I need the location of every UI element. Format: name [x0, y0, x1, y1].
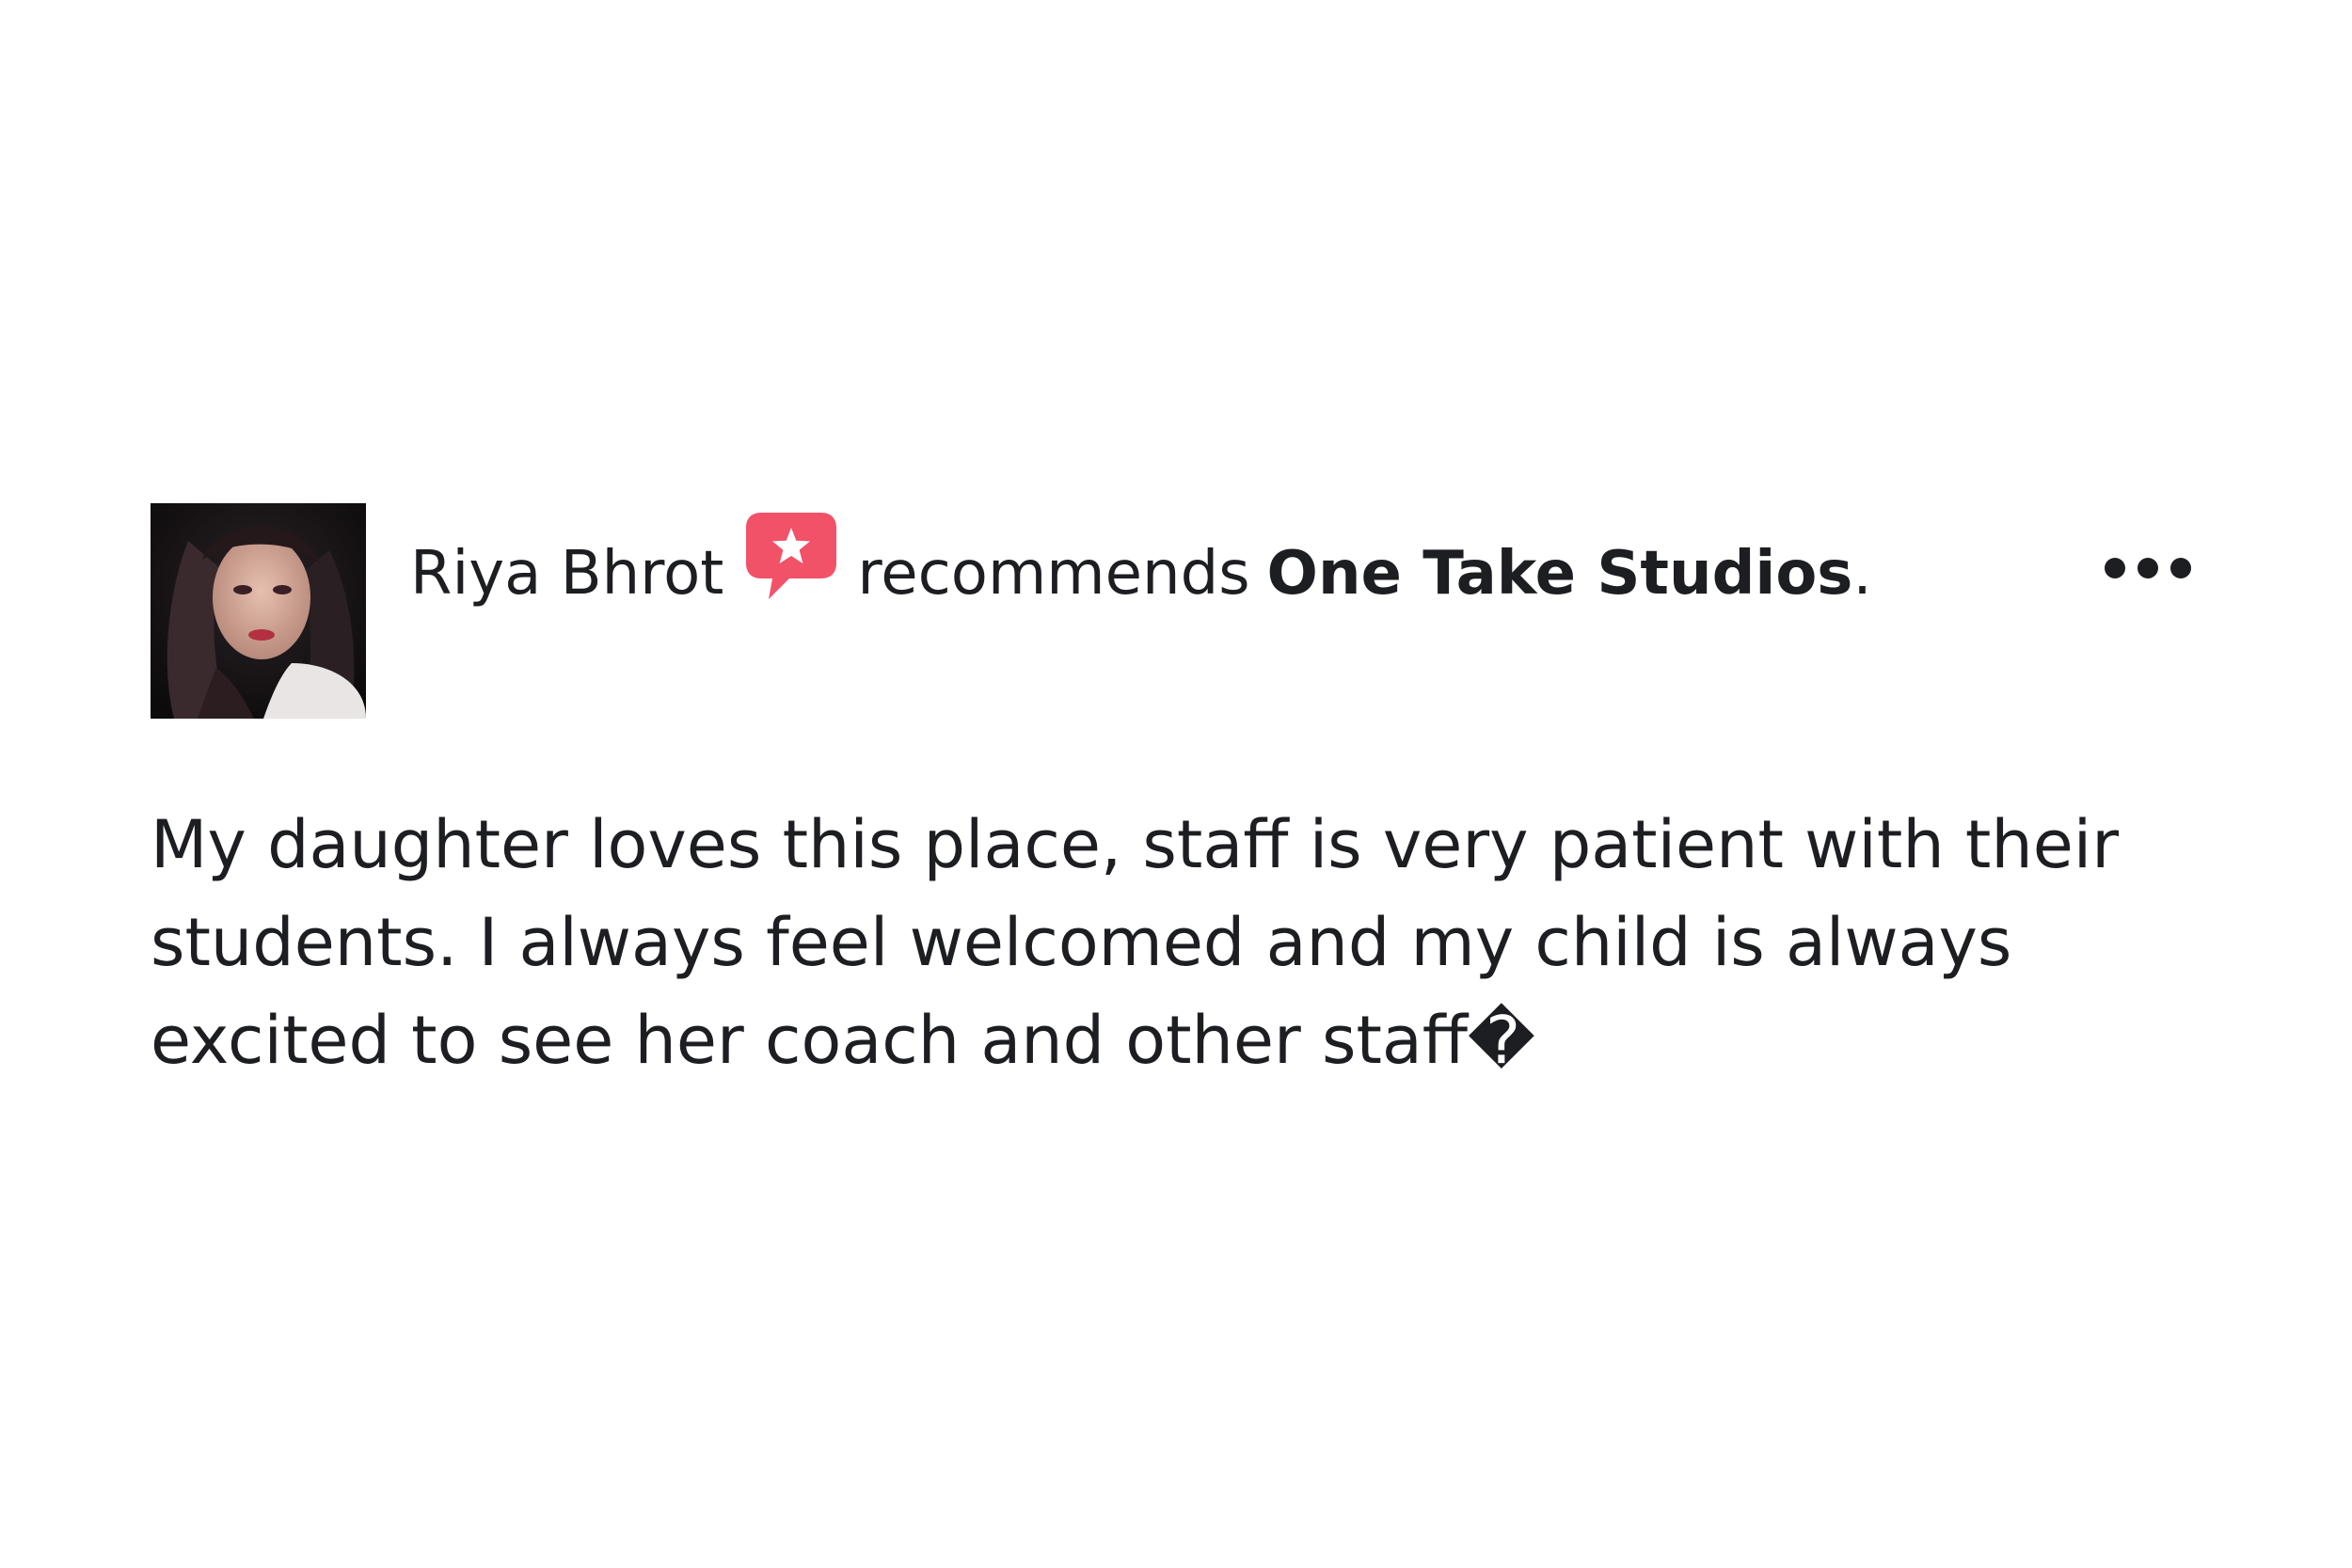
- review-header: Riya Bhrot recommends One Take Studios.: [410, 513, 1872, 635]
- reviewer-name[interactable]: Riya Bhrot: [410, 544, 723, 604]
- more-options-icon: [2105, 558, 2191, 578]
- more-options-button[interactable]: [2096, 540, 2200, 596]
- avatar[interactable]: [151, 503, 366, 719]
- sentence-period: .: [1852, 539, 1872, 609]
- action-text: recommends: [857, 539, 1250, 609]
- speech-bubble-star-icon: [744, 509, 838, 603]
- review-card: Riya Bhrot recommends One Take Studios. …: [0, 0, 2352, 1568]
- page-name-link[interactable]: One Take Studios: [1267, 544, 1853, 604]
- review-text: My daughter loves this place, staff is v…: [151, 806, 2120, 1079]
